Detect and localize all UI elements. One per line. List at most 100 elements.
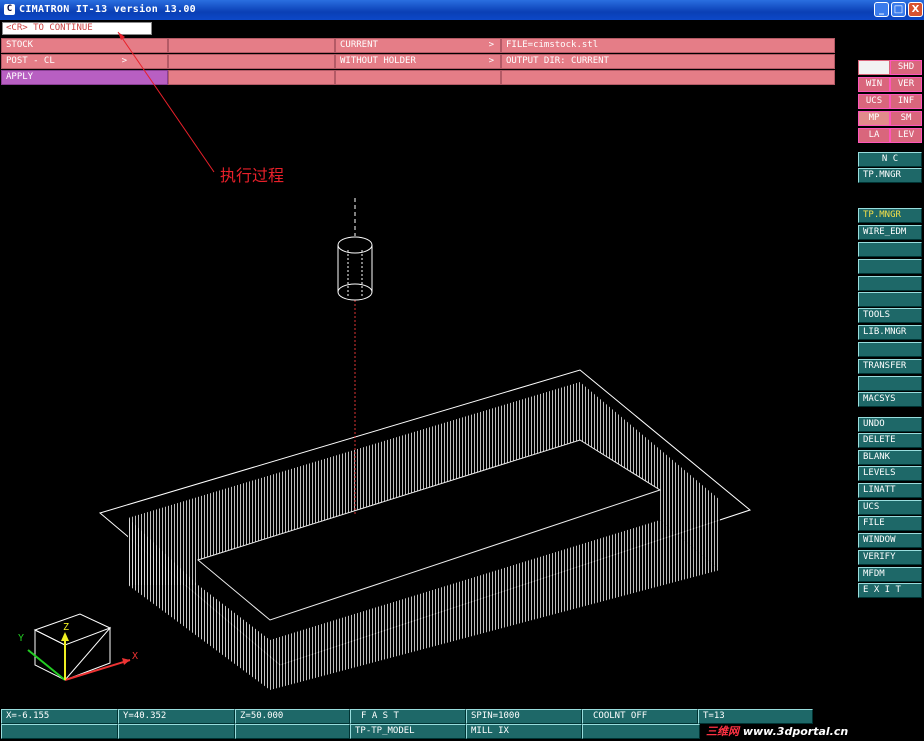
menu-file[interactable]: FILE=cimstock.stl xyxy=(501,38,835,53)
panel-window[interactable]: WINDOW xyxy=(858,533,922,548)
maximize-button[interactable]: □ xyxy=(891,2,906,17)
panel-label: MACSYS xyxy=(863,394,896,404)
axis-z-label: Z xyxy=(63,622,70,633)
panel-label: UCS xyxy=(863,502,880,512)
panel-label: WINDOW xyxy=(863,535,896,545)
panel-linatt[interactable]: LINATT xyxy=(858,483,922,498)
panel-tools[interactable]: TOOLS xyxy=(858,308,922,323)
panel-label: WIRE_EDM xyxy=(863,227,907,237)
submenu-arrow-icon: > xyxy=(121,56,127,66)
status-empty-4 xyxy=(582,724,700,739)
panel-levels[interactable]: LEVELS xyxy=(858,466,922,481)
status-empty-1 xyxy=(1,724,118,739)
panel-undo[interactable]: UNDO xyxy=(858,417,922,432)
close-button[interactable]: X xyxy=(908,2,923,17)
status-mill[interactable]: MILL IX xyxy=(466,724,582,739)
status-coolant[interactable]: COOLNT OFF xyxy=(582,709,698,724)
apply-button[interactable]: APPLY xyxy=(1,70,168,85)
status-spin[interactable]: SPIN=1000 xyxy=(466,709,582,724)
toggle-ver[interactable]: VER xyxy=(890,77,922,92)
panel-label: E X I T xyxy=(863,585,901,595)
toggle-mp[interactable]: MP xyxy=(858,111,890,126)
toggle-inf[interactable]: INF xyxy=(890,94,922,109)
panel-tp-mngr[interactable]: TP.MNGR xyxy=(858,168,922,183)
menu-label: POST - CL xyxy=(6,56,55,66)
panel-nc[interactable]: N C xyxy=(858,152,922,167)
panel-verify[interactable]: VERIFY xyxy=(858,550,922,565)
menu-without-holder[interactable]: WITHOUT HOLDER > xyxy=(335,54,501,69)
status-x: X=-6.155 xyxy=(1,709,118,724)
watermark-url: www.3dportal.cn xyxy=(742,725,849,738)
panel-label: MFDM xyxy=(863,569,885,579)
toggle-label: WIN xyxy=(865,79,883,89)
window-title: CIMATRON IT-13 version 13.00 xyxy=(19,4,196,15)
toggle-sm[interactable]: SM xyxy=(890,111,922,126)
panel-delete[interactable]: DELETE xyxy=(858,433,922,448)
panel-label: FILE xyxy=(863,518,885,528)
menu-stock[interactable]: STOCK xyxy=(1,38,168,53)
panel-ucs[interactable]: UCS xyxy=(858,500,922,515)
watermark: 三维网 www.3dportal.cn xyxy=(700,723,924,741)
panel-label: VERIFY xyxy=(863,552,896,562)
panel-tp-mngr-active[interactable]: TP.MNGR xyxy=(858,208,922,223)
status-mode[interactable]: F A S T xyxy=(350,709,466,724)
menu-blank-3a[interactable] xyxy=(168,70,335,85)
panel-label: TP.MNGR xyxy=(863,170,901,180)
toggle-shd[interactable]: SHD xyxy=(890,60,922,75)
menu-label: FILE=cimstock.stl xyxy=(506,40,599,50)
panel-file[interactable]: FILE xyxy=(858,516,922,531)
panel-blank-6[interactable] xyxy=(858,376,922,391)
panel-lib-mngr[interactable]: LIB.MNGR xyxy=(858,325,922,340)
menu-post-cl[interactable]: POST - CL > xyxy=(1,54,168,69)
panel-label: UNDO xyxy=(863,419,885,429)
panel-blank-3[interactable] xyxy=(858,276,922,291)
status-y: Y=40.352 xyxy=(118,709,235,724)
app-icon: C xyxy=(4,4,15,15)
panel-label: TP.MNGR xyxy=(863,210,901,220)
toggle-label: INF xyxy=(897,96,915,106)
panel-wire-edm[interactable]: WIRE_EDM xyxy=(858,225,922,240)
status-tool[interactable]: T=13 xyxy=(698,709,813,724)
panel-blank-1[interactable] xyxy=(858,242,922,257)
toggle-label: LA xyxy=(868,130,880,140)
toggle-label: VER xyxy=(897,79,915,89)
panel-blank-2[interactable] xyxy=(858,259,922,274)
toggle-blank[interactable] xyxy=(858,60,890,75)
submenu-arrow-icon: > xyxy=(488,56,494,66)
toggle-label: UCS xyxy=(865,96,883,106)
menu-blank-3b[interactable] xyxy=(335,70,501,85)
status-empty-3 xyxy=(235,724,350,739)
toggle-lev[interactable]: LEV xyxy=(890,128,922,143)
prompt-input[interactable]: <CR> TO CONTINUE xyxy=(2,22,152,35)
axis-x-label: X xyxy=(132,651,139,662)
panel-label: N C xyxy=(881,154,899,164)
toggle-label: SHD xyxy=(897,62,915,72)
panel-transfer[interactable]: TRANSFER xyxy=(858,359,922,374)
status-model[interactable]: TP-TP_MODEL xyxy=(350,724,466,739)
toggle-la[interactable]: LA xyxy=(858,128,890,143)
toggle-ucs[interactable]: UCS xyxy=(858,94,890,109)
panel-label: LIB.MNGR xyxy=(863,327,907,337)
panel-blank-5[interactable] xyxy=(858,342,922,357)
status-z: Z=50.000 xyxy=(235,709,350,724)
menu-current[interactable]: CURRENT > xyxy=(335,38,501,53)
panel-macsys[interactable]: MACSYS xyxy=(858,392,922,407)
toggle-win[interactable]: WIN xyxy=(858,77,890,92)
menu-blank-2a[interactable] xyxy=(168,54,335,69)
toggle-label: MP xyxy=(868,113,880,123)
menu-blank-1a[interactable] xyxy=(168,38,335,53)
minimize-button[interactable]: _ xyxy=(874,2,889,17)
menu-blank-3c[interactable] xyxy=(501,70,835,85)
panel-exit[interactable]: E X I T xyxy=(858,583,922,598)
graphics-viewport[interactable] xyxy=(0,88,852,708)
panel-blank[interactable]: BLANK xyxy=(858,450,922,465)
panel-label: TRANSFER xyxy=(863,361,907,371)
submenu-arrow-icon: > xyxy=(488,40,494,50)
panel-label: DELETE xyxy=(863,435,896,445)
annotation-label: 执行过程 xyxy=(220,166,285,185)
panel-blank-4[interactable] xyxy=(858,292,922,307)
menu-label: APPLY xyxy=(6,72,34,82)
panel-mfdm[interactable]: MFDM xyxy=(858,567,922,582)
watermark-cn: 三维网 xyxy=(706,725,739,738)
menu-output-dir[interactable]: OUTPUT DIR: CURRENT xyxy=(501,54,835,69)
